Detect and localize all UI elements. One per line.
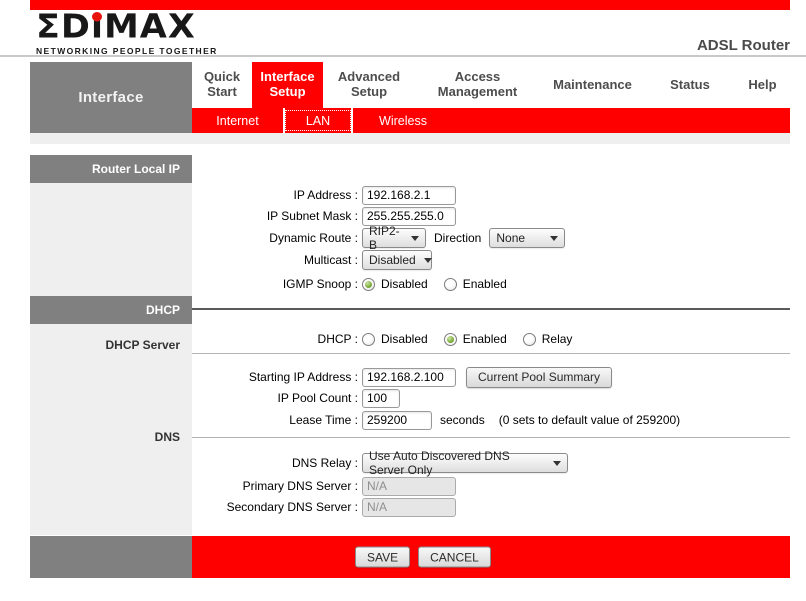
- dropdown-arrow-icon: [424, 258, 432, 263]
- dns-relay-value: Use Auto Discovered DNS Server Only: [369, 449, 545, 477]
- secondary-dns-row: Secondary DNS Server :: [192, 497, 790, 517]
- igmp-snoop-label: IGMP Snoop :: [192, 277, 358, 291]
- ip-subnet-mask-input[interactable]: [362, 207, 456, 226]
- ip-pool-count-row: IP Pool Count :: [192, 388, 790, 408]
- direction-label: Direction: [434, 231, 481, 245]
- multicast-label: Multicast :: [192, 253, 358, 267]
- multicast-select[interactable]: Disabled: [362, 250, 432, 270]
- main-nav-tabs: Quick Start Interface Setup Advanced Set…: [192, 62, 790, 108]
- dhcp-enabled-radio[interactable]: [444, 333, 457, 346]
- footer-gray-block: [30, 536, 192, 578]
- direction-select[interactable]: None: [489, 228, 565, 248]
- tab-access-management[interactable]: Access Management: [415, 62, 540, 108]
- multicast-row: Multicast : Disabled: [192, 250, 790, 270]
- left-section-panel: Router Local IP DHCP DHCP Server DNS: [30, 155, 192, 535]
- starting-ip-input[interactable]: [362, 368, 456, 387]
- secondary-dns-input: [362, 498, 456, 517]
- ip-pool-count-label: IP Pool Count :: [192, 391, 358, 405]
- tab-status[interactable]: Status: [645, 62, 735, 108]
- starting-ip-row: Starting IP Address : Current Pool Summa…: [192, 367, 790, 387]
- tab-quick-start[interactable]: Quick Start: [192, 62, 252, 108]
- tab-interface-setup[interactable]: Interface Setup: [252, 62, 323, 108]
- section-label-dns: DNS: [155, 430, 180, 444]
- dhcp-relay-radio[interactable]: [523, 333, 536, 346]
- primary-dns-label: Primary DNS Server :: [192, 479, 358, 493]
- direction-value: None: [496, 231, 525, 245]
- lease-time-note: (0 sets to default value of 259200): [499, 413, 680, 427]
- starting-ip-label: Starting IP Address :: [192, 370, 358, 384]
- tab-advanced-setup[interactable]: Advanced Setup: [323, 62, 415, 108]
- ip-address-input[interactable]: [362, 186, 456, 205]
- subtab-wireless[interactable]: Wireless: [353, 108, 453, 133]
- settings-form: IP Address : IP Subnet Mask : Dynamic Ro…: [192, 155, 790, 535]
- dropdown-arrow-icon: [550, 236, 558, 241]
- dhcp-mode-label: DHCP :: [192, 332, 358, 346]
- multicast-value: Disabled: [369, 253, 416, 267]
- dynamic-route-value: RIP2-B: [369, 224, 403, 252]
- section-title-box: Interface: [30, 62, 192, 133]
- lease-time-unit: seconds: [440, 413, 485, 427]
- igmp-disabled-option-label: Disabled: [381, 277, 428, 291]
- secondary-dns-label: Secondary DNS Server :: [192, 500, 358, 514]
- igmp-enabled-radio[interactable]: [444, 278, 457, 291]
- dhcp-relay-option-label: Relay: [542, 332, 573, 346]
- router-admin-page: ΣDıMAX NETWORKING PEOPLE TOGETHER ADSL R…: [0, 0, 806, 601]
- edimax-logo-text: ΣDıMAX: [36, 11, 218, 43]
- igmp-enabled-option-label: Enabled: [463, 277, 507, 291]
- spacer-strip: [30, 133, 790, 144]
- subtab-lan[interactable]: LAN: [283, 108, 353, 133]
- sub-nav-tabs: Internet LAN Wireless: [192, 108, 790, 133]
- dynamic-route-label: Dynamic Route :: [192, 231, 358, 245]
- subtab-internet[interactable]: Internet: [192, 108, 283, 133]
- dynamic-route-row: Dynamic Route : RIP2-B Direction None: [192, 228, 790, 248]
- dns-section-divider: [192, 437, 790, 438]
- edimax-logo: ΣDıMAX NETWORKING PEOPLE TOGETHER: [36, 11, 218, 56]
- section-label-dhcp-server: DHCP Server: [106, 338, 180, 352]
- dhcp-section-divider: [192, 308, 790, 310]
- ip-subnet-mask-label: IP Subnet Mask :: [192, 209, 358, 223]
- dropdown-arrow-icon: [553, 461, 561, 466]
- logo-red-dot-icon: [92, 12, 102, 22]
- ip-address-row: IP Address :: [192, 185, 790, 205]
- dns-relay-row: DNS Relay : Use Auto Discovered DNS Serv…: [192, 453, 790, 473]
- current-pool-summary-button[interactable]: Current Pool Summary: [466, 367, 612, 388]
- logo-text-part1: ΣD: [36, 8, 91, 46]
- dhcp-disabled-radio[interactable]: [362, 333, 375, 346]
- logo-text-part3: MAX: [104, 8, 196, 46]
- dropdown-arrow-icon: [411, 236, 419, 241]
- tab-maintenance[interactable]: Maintenance: [540, 62, 645, 108]
- dhcp-enabled-option-label: Enabled: [463, 332, 507, 346]
- header-divider: [0, 55, 806, 57]
- lease-time-label: Lease Time :: [192, 413, 358, 427]
- tab-help[interactable]: Help: [735, 62, 790, 108]
- logo-letter-i: ı: [91, 11, 104, 43]
- save-button[interactable]: SAVE: [355, 547, 410, 568]
- cancel-button[interactable]: CANCEL: [418, 547, 491, 568]
- dhcp-server-divider: [192, 353, 790, 354]
- footer-buttons: SAVE CANCEL: [355, 547, 491, 568]
- dynamic-route-select[interactable]: RIP2-B: [362, 228, 426, 248]
- page-title: ADSL Router: [697, 37, 790, 54]
- dns-relay-select[interactable]: Use Auto Discovered DNS Server Only: [362, 453, 568, 473]
- section-header-router-local-ip: Router Local IP: [30, 155, 192, 183]
- ip-subnet-mask-row: IP Subnet Mask :: [192, 206, 790, 226]
- primary-dns-row: Primary DNS Server :: [192, 476, 790, 496]
- igmp-snoop-row: IGMP Snoop : Disabled Enabled: [192, 274, 790, 294]
- lease-time-row: Lease Time : seconds (0 sets to default …: [192, 410, 790, 430]
- section-title: Interface: [78, 89, 143, 106]
- ip-pool-count-input[interactable]: [362, 389, 400, 408]
- lease-time-input[interactable]: [362, 411, 432, 430]
- ip-address-label: IP Address :: [192, 188, 358, 202]
- footer-action-bar: SAVE CANCEL: [192, 536, 790, 578]
- dns-relay-label: DNS Relay :: [192, 456, 358, 470]
- section-header-dhcp: DHCP: [30, 296, 192, 324]
- dhcp-disabled-option-label: Disabled: [381, 332, 428, 346]
- primary-dns-input: [362, 477, 456, 496]
- dhcp-mode-row: DHCP : Disabled Enabled Relay: [192, 329, 790, 349]
- igmp-disabled-radio[interactable]: [362, 278, 375, 291]
